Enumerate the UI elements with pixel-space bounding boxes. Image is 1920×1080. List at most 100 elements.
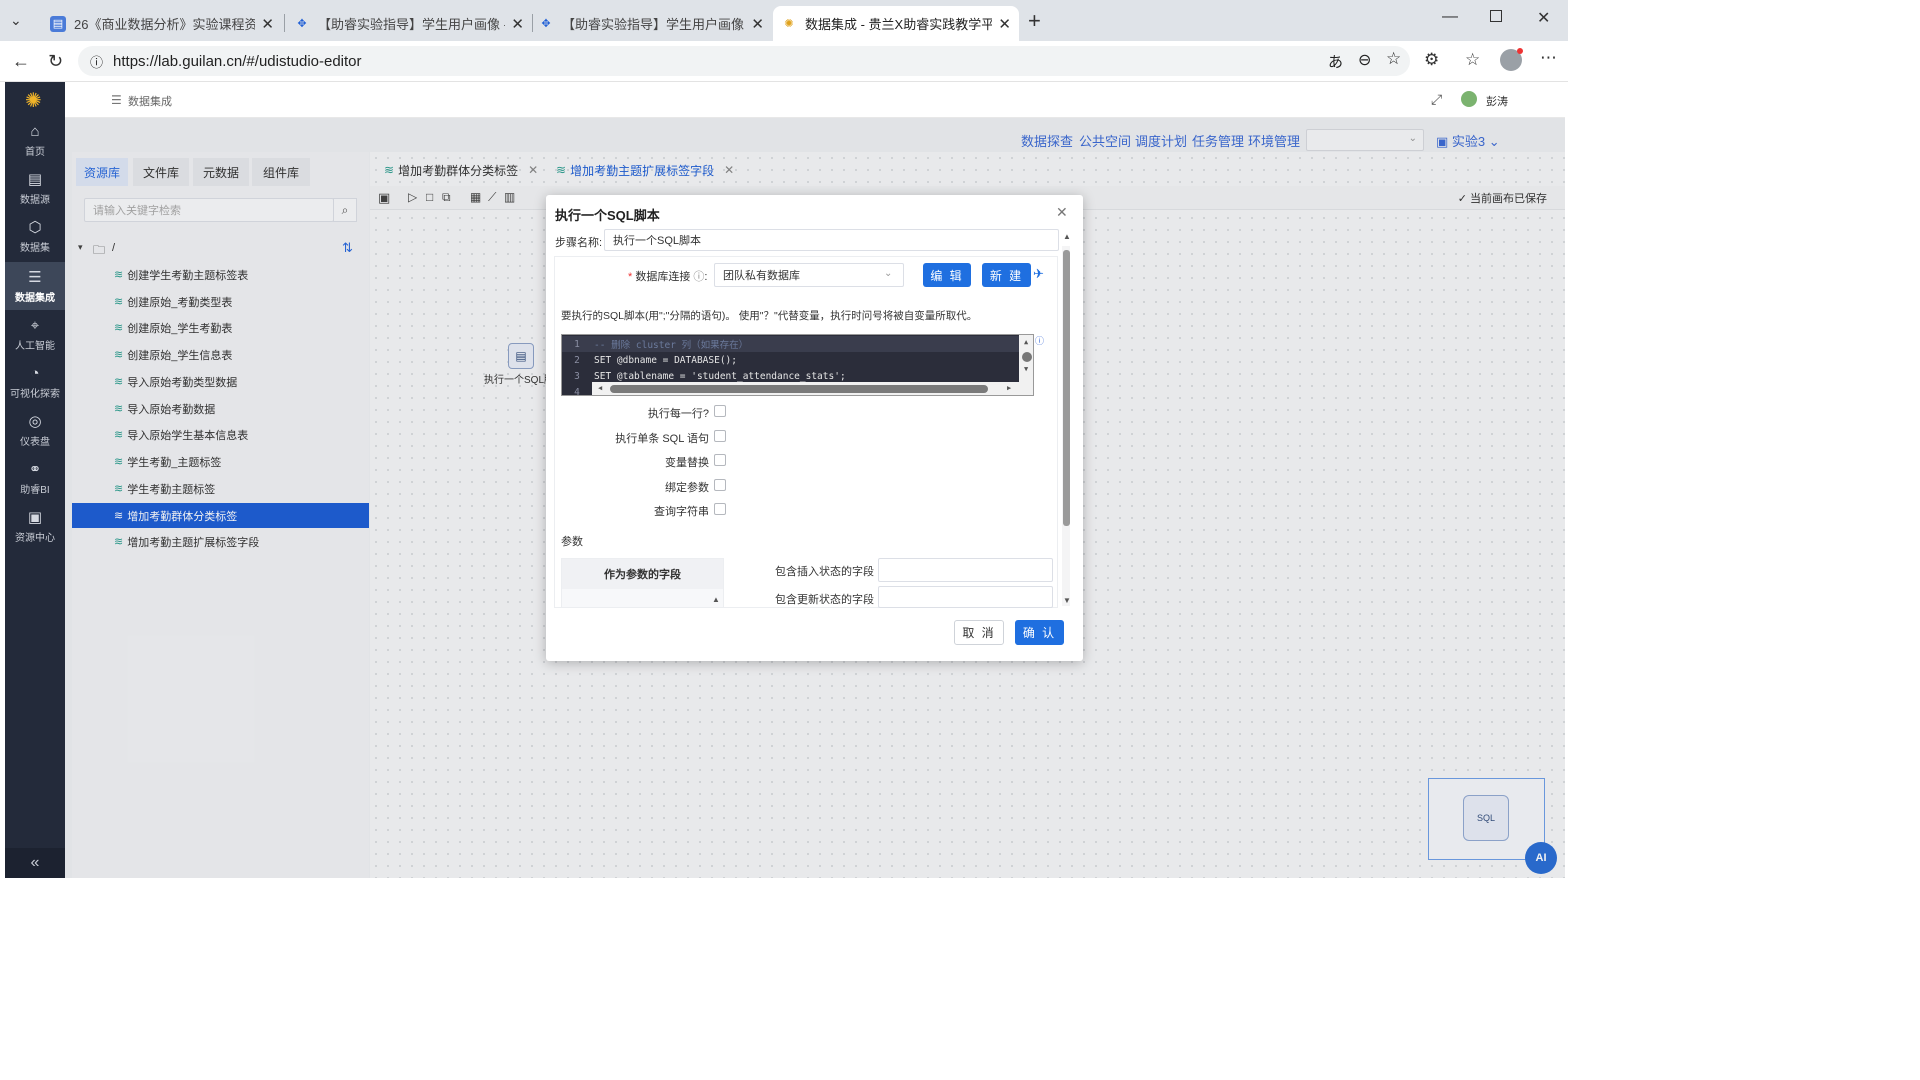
close-icon[interactable]: ✕	[998, 15, 1011, 33]
confirm-button[interactable]: 确 认	[1015, 620, 1064, 645]
execute-each-row-checkbox[interactable]	[714, 405, 726, 417]
new-tab-button[interactable]: +	[1028, 8, 1041, 34]
update-field-input[interactable]	[878, 586, 1053, 608]
reload-icon[interactable]: ↻	[48, 51, 63, 72]
translate-icon[interactable]: あ	[1328, 51, 1343, 72]
insert-field-label: 包含插入状态的字段	[775, 566, 874, 578]
close-icon[interactable]: ✕	[511, 15, 524, 33]
favorites-icon[interactable]: ☆	[1465, 50, 1480, 70]
required-mark: *	[628, 271, 633, 283]
scroll-down-icon[interactable]: ▼	[1024, 365, 1028, 373]
scroll-right-icon[interactable]: ▶	[1007, 384, 1011, 392]
more-icon[interactable]: ⋯	[1540, 48, 1557, 68]
db-conn-label: * 数据库连接 ⓘ:	[628, 271, 708, 283]
browser-tab-title: 26《商业数据分析》实验课程资料	[74, 17, 256, 32]
nav-dashboard[interactable]: ◎ 仪表盘	[5, 406, 65, 454]
nav-data-integration[interactable]: ☰ 数据集成	[5, 262, 65, 310]
logo-icon: ✺	[25, 90, 42, 112]
close-icon[interactable]: ✕	[751, 15, 764, 33]
browser-tab-4[interactable]: ✺ 数据集成 - 贵兰X助睿实践教学平台 ✕	[773, 6, 1019, 41]
minimize-icon[interactable]: —	[1442, 8, 1458, 26]
step-name-input[interactable]: 执行一个SQL脚本	[604, 229, 1059, 251]
nav-visual-explore[interactable]: ◔ 可视化探索	[5, 358, 65, 406]
pie-icon: ◔	[30, 364, 40, 382]
step-name-label: 步骤名称:	[555, 237, 603, 249]
url-text: https://lab.guilan.cn/#/udistudio-editor	[113, 52, 362, 70]
nav-dataset[interactable]: ⬡ 数据集	[5, 212, 65, 260]
scroll-up-icon[interactable]: ▲	[712, 595, 720, 604]
code-line: 2 SET @dbname = DATABASE();	[562, 352, 1019, 368]
option-label: 变量替换	[665, 457, 709, 469]
sql-code-editor[interactable]: 1 -- 删除 cluster 列（如果存在） 2 SET @dbname = DA…	[561, 334, 1034, 396]
extensions-icon[interactable]: ⚙	[1424, 50, 1439, 70]
gauge-icon: ◎	[28, 413, 42, 430]
code-h-scrollbar[interactable]: ◀ ▶	[592, 382, 1033, 395]
scroll-up-icon[interactable]: ▲	[1024, 338, 1028, 346]
option-label: 执行每一行?	[647, 408, 709, 420]
info-icon[interactable]: ⓘ	[1035, 334, 1044, 347]
cancel-button[interactable]: 取 消	[954, 620, 1004, 645]
tab-separator	[284, 14, 285, 32]
browser-tab-bar: ⌄ ▤ 26《商业数据分析》实验课程资料 ✕ ✥ 【助睿实验指导】学生用户画像 …	[0, 0, 1568, 41]
single-statement-checkbox[interactable]	[714, 430, 726, 442]
scrollbar-thumb[interactable]	[1022, 352, 1032, 362]
collapse-nav-button[interactable]: «	[5, 848, 65, 878]
url-field[interactable]: ⓘ https://lab.guilan.cn/#/udistudio-edit…	[78, 46, 1410, 76]
quote-strings-checkbox[interactable]	[714, 503, 726, 515]
variable-substitution-checkbox[interactable]	[714, 454, 726, 466]
left-navigation: ✺ ⌂ 首页 ▤ 数据源 ⬡ 数据集 ☰ 数据集成 ⌖ 人工智能 ◔ 可视化探索…	[5, 82, 65, 878]
close-icon[interactable]: ✕	[261, 15, 274, 33]
help-icon[interactable]: ⓘ	[693, 271, 704, 283]
site-info-icon[interactable]: ⓘ	[90, 52, 103, 71]
database-icon: ▤	[27, 171, 43, 188]
zoom-icon[interactable]: ⊖	[1358, 50, 1371, 70]
code-line: 1 -- 删除 cluster 列（如果存在）	[562, 336, 1019, 352]
wizard-icon[interactable]: ✈	[1033, 266, 1044, 282]
code-v-scrollbar[interactable]: ▲ ▼	[1019, 335, 1033, 382]
avatar[interactable]	[1461, 91, 1477, 107]
scroll-left-icon[interactable]: ◀	[598, 384, 602, 392]
scrollbar-thumb[interactable]	[610, 385, 988, 393]
app-icon: ✥	[297, 18, 307, 30]
ai-icon: ⌖	[30, 316, 40, 334]
nav-bi[interactable]: ⚭ 助睿BI	[5, 454, 65, 502]
address-bar: ← ↻ ⓘ https://lab.guilan.cn/#/udistudio-…	[0, 41, 1568, 82]
insert-field-input[interactable]	[878, 558, 1053, 582]
scrollbar-thumb[interactable]	[1063, 250, 1070, 526]
nav-label: 可视化探索	[10, 388, 60, 400]
scroll-up-icon[interactable]: ▲	[1063, 232, 1071, 241]
favorite-star-icon[interactable]: ☆	[1386, 49, 1401, 69]
edit-button[interactable]: 编 辑	[923, 263, 971, 287]
browser-tab-1[interactable]: ▤ 26《商业数据分析》实验课程资料 ✕	[42, 6, 282, 41]
notification-dot	[1517, 48, 1523, 54]
scroll-down-icon[interactable]: ▼	[1063, 596, 1071, 605]
back-icon[interactable]: ←	[12, 51, 30, 72]
line-number: 4	[574, 386, 580, 396]
tab-list-chevron-icon[interactable]: ⌄	[10, 12, 22, 29]
db-conn-select[interactable]: 团队私有数据库	[714, 263, 904, 287]
browser-tab-2[interactable]: ✥ 【助睿实验指导】学生用户画像 - S ✕	[286, 6, 532, 41]
app-icon: ✥	[541, 18, 551, 30]
user-name: 彭涛	[1486, 96, 1508, 108]
nav-resource-center[interactable]: ▣ 资源中心	[5, 502, 65, 550]
nav-datasource[interactable]: ▤ 数据源	[5, 164, 65, 212]
nav-label: 数据集	[20, 243, 50, 254]
browser-tab-3[interactable]: ✥ 【助睿实验指导】学生用户画像 - S ✕	[530, 6, 772, 41]
nav-ai[interactable]: ⌖ 人工智能	[5, 310, 65, 358]
params-table: 作为参数的字段 ▲	[561, 558, 724, 608]
cube-icon: ⬡	[28, 219, 42, 236]
restore-icon[interactable]	[1490, 10, 1502, 22]
fullscreen-icon[interactable]: ⤢	[1431, 91, 1442, 108]
header-title: 数据集成	[128, 96, 172, 108]
close-window-icon[interactable]: ✕	[1537, 8, 1550, 28]
browser-tab-title: 数据集成 - 贵兰X助睿实践教学平台	[805, 17, 993, 32]
new-button[interactable]: 新 建	[982, 263, 1031, 287]
code-text: SET @tablename = 'student_attendance_sta…	[594, 370, 846, 382]
bind-params-checkbox[interactable]	[714, 479, 726, 491]
option-label: 执行单条 SQL 语句	[615, 433, 709, 445]
dialog-scrollbar[interactable]	[1062, 246, 1070, 606]
menu-icon[interactable]: ☰	[111, 93, 122, 107]
nav-home[interactable]: ⌂ 首页	[5, 116, 65, 164]
params-section-label: 参数	[561, 536, 583, 548]
close-icon[interactable]: ✕	[1056, 204, 1068, 221]
